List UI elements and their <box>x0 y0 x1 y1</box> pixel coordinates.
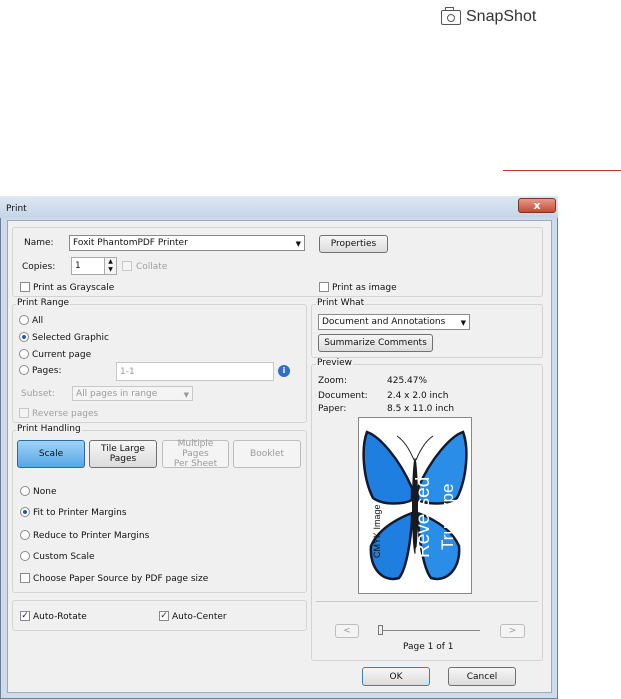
ok-button[interactable]: OK <box>362 667 430 686</box>
print-what-value: Document and Annotations <box>322 317 446 327</box>
paper-label: Paper: <box>318 404 347 414</box>
chevron-down-icon: ▼ <box>295 239 301 248</box>
radio-pages-label: Pages: <box>32 366 62 376</box>
pages-value: 1-1 <box>120 366 135 377</box>
chevron-down-icon: ▼ <box>183 390 189 399</box>
butterfly-image: CMYK Image Reversed Truetype <box>362 430 468 581</box>
print-handling-title: Print Handling <box>16 424 82 434</box>
collate-label: Collate <box>136 262 168 272</box>
page-indicator: Page 1 of 1 <box>403 642 454 652</box>
name-label: Name: <box>24 238 54 248</box>
close-button[interactable]: x <box>518 198 556 213</box>
radio-fit-margins-label: Fit to Printer Margins <box>33 508 127 518</box>
dialog-titlebar <box>0 196 558 218</box>
red-underline <box>503 170 621 171</box>
radio-current-page[interactable] <box>19 349 29 359</box>
radio-custom-scale[interactable] <box>20 551 30 561</box>
tile-line1: Tile Large <box>101 444 145 454</box>
tab-multiple-pages[interactable]: Multiple Pages Per Sheet <box>162 439 229 469</box>
preview-page: CMYK Image Reversed Truetype <box>358 417 472 594</box>
copies-label: Copies: <box>22 262 56 272</box>
grayscale-checkbox[interactable] <box>20 282 30 292</box>
snapshot-label: SnapShot <box>466 8 537 25</box>
auto-rotate-label: Auto-Rotate <box>33 612 87 622</box>
radio-fit-margins[interactable] <box>20 507 30 517</box>
paper-source-checkbox[interactable] <box>20 573 30 583</box>
grayscale-label: Print as Grayscale <box>33 283 115 293</box>
copies-field[interactable]: 1 <box>71 257 105 275</box>
chevron-down-icon: ▼ <box>460 318 466 327</box>
tile-line2: Pages <box>109 454 137 464</box>
radio-current-page-label: Current page <box>32 350 92 360</box>
document-label: Document: <box>318 391 368 401</box>
truetype-text: Truetype <box>438 484 457 550</box>
tab-tile-large-pages[interactable]: Tile Large Pages <box>89 440 157 468</box>
print-what-select[interactable]: Document and Annotations ▼ <box>318 314 470 330</box>
radio-none[interactable] <box>20 486 30 496</box>
properties-button[interactable]: Properties <box>319 235 388 253</box>
paper-source-label: Choose Paper Source by PDF page size <box>33 574 209 584</box>
reverse-pages-label: Reverse pages <box>32 409 99 419</box>
cmyk-text: CMYK Image <box>372 504 382 558</box>
multi-line2: Per Sheet <box>173 459 218 469</box>
radio-all[interactable] <box>19 315 29 325</box>
tab-scale[interactable]: Scale <box>17 440 85 468</box>
printer-select-value: Foxit PhantomPDF Printer <box>73 238 188 248</box>
auto-center-checkbox[interactable]: ✓ <box>159 611 169 621</box>
print-range-title: Print Range <box>16 298 71 308</box>
dialog-title: Print <box>6 204 27 214</box>
preview-title: Preview <box>316 358 354 368</box>
next-page-button[interactable]: > <box>500 624 525 638</box>
radio-selected-graphic-label: Selected Graphic <box>32 333 109 343</box>
camera-icon <box>441 6 461 25</box>
info-icon[interactable]: i <box>278 365 290 377</box>
tab-booklet[interactable]: Booklet <box>233 440 301 468</box>
auto-center-label: Auto-Center <box>172 612 227 622</box>
radio-none-label: None <box>33 487 57 497</box>
radio-pages[interactable] <box>19 365 29 375</box>
subset-value: All pages in range <box>76 388 158 399</box>
radio-selected-graphic[interactable] <box>19 332 29 342</box>
page-slider-thumb[interactable] <box>378 625 383 635</box>
prev-page-button[interactable]: < <box>335 624 359 638</box>
copies-stepper[interactable]: ▲ ▼ <box>105 257 117 275</box>
radio-custom-scale-label: Custom Scale <box>33 552 95 562</box>
reverse-pages-checkbox[interactable] <box>19 408 29 418</box>
pages-field[interactable]: 1-1 <box>116 362 274 381</box>
printer-select[interactable]: Foxit PhantomPDF Printer ▼ <box>69 235 305 251</box>
print-as-image-label: Print as image <box>332 283 397 293</box>
print-as-image-checkbox[interactable] <box>319 282 329 292</box>
radio-all-label: All <box>32 316 44 326</box>
cancel-button[interactable]: Cancel <box>448 667 516 686</box>
collate-checkbox[interactable] <box>122 261 132 271</box>
summarize-comments-button[interactable]: Summarize Comments <box>318 334 433 352</box>
subset-select[interactable]: All pages in range ▼ <box>72 386 193 401</box>
document-value: 2.4 x 2.0 inch <box>387 391 449 401</box>
auto-rotate-checkbox[interactable]: ✓ <box>20 611 30 621</box>
radio-reduce-margins-label: Reduce to Printer Margins <box>33 531 150 541</box>
radio-reduce-margins[interactable] <box>20 530 30 540</box>
page-slider-track[interactable] <box>380 630 480 631</box>
print-what-title: Print What <box>316 298 366 308</box>
zoom-value: 425.47% <box>387 376 428 386</box>
preview-separator <box>316 601 538 602</box>
multi-line1: Multiple Pages <box>177 439 214 459</box>
zoom-label: Zoom: <box>318 376 347 386</box>
snapshot-button[interactable]: SnapShot <box>441 6 537 26</box>
copies-value: 1 <box>75 261 81 271</box>
subset-label: Subset: <box>21 389 55 399</box>
paper-value: 8.5 x 11.0 inch <box>387 404 455 414</box>
reversed-text: Reversed <box>413 477 434 558</box>
